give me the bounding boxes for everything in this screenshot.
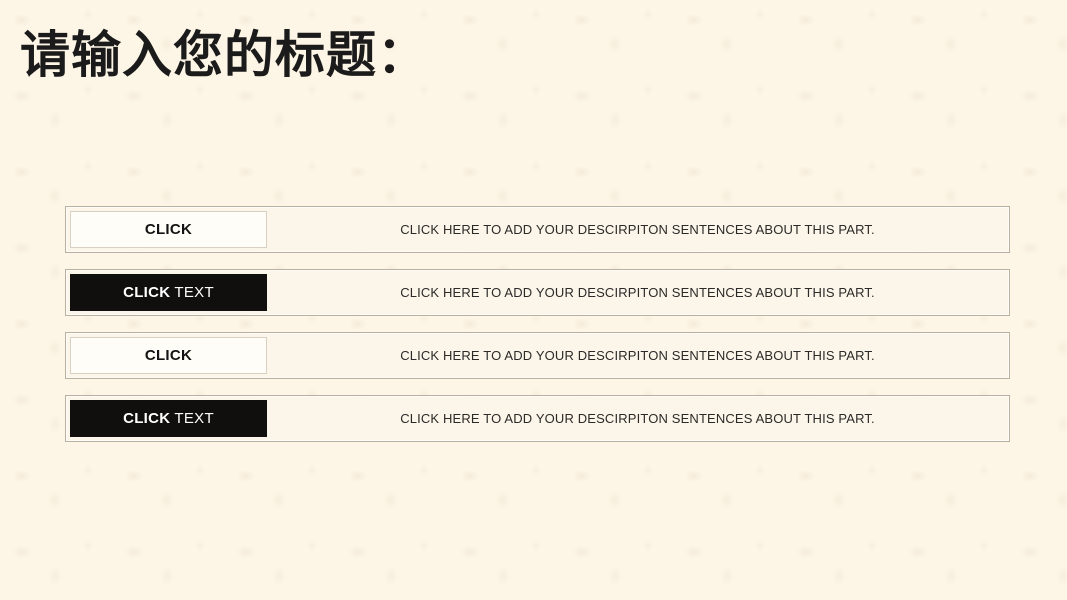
row-description[interactable]: CLICK HERE TO ADD YOUR DESCIRPITON SENTE…	[276, 207, 999, 252]
click-chip[interactable]: CLICK	[70, 337, 267, 374]
chip-label: CLICK TEXT	[123, 410, 214, 427]
click-chip[interactable]: CLICK TEXT	[70, 400, 267, 437]
content-row[interactable]: CLICK CLICK HERE TO ADD YOUR DESCIRPITON…	[65, 332, 1010, 379]
page-title: 请输入您的标题：	[20, 27, 428, 83]
content-row[interactable]: CLICK TEXT CLICK HERE TO ADD YOUR DESCIRP…	[65, 269, 1010, 316]
content-row-list: CLICK CLICK HERE TO ADD YOUR DESCIRPITON…	[65, 206, 1010, 442]
content-row[interactable]: CLICK TEXT CLICK HERE TO ADD YOUR DESCIRP…	[65, 395, 1010, 442]
chip-label: CLICK TEXT	[123, 284, 214, 301]
chip-strong-label: CLICK	[144, 221, 193, 238]
chip-strong-label: CLICK	[144, 347, 193, 364]
slide-canvas: 请输入您的标题： CLICK CLICK HERE TO ADD YOUR DE…	[0, 0, 1067, 600]
chip-label: CLICK	[145, 221, 192, 238]
row-description-text: CLICK HERE TO ADD YOUR DESCIRPITON SENTE…	[400, 285, 875, 300]
chip-strong-label: CLICK	[123, 410, 171, 427]
click-chip[interactable]: CLICK	[70, 211, 267, 248]
row-description[interactable]: CLICK HERE TO ADD YOUR DESCIRPITON SENTE…	[276, 270, 999, 315]
chip-rest-label: TEXT	[174, 284, 214, 301]
row-description[interactable]: CLICK HERE TO ADD YOUR DESCIRPITON SENTE…	[276, 396, 999, 441]
row-description[interactable]: CLICK HERE TO ADD YOUR DESCIRPITON SENTE…	[276, 333, 999, 378]
chip-rest-label: TEXT	[174, 410, 214, 427]
chip-strong-label: CLICK	[123, 284, 171, 301]
row-description-text: CLICK HERE TO ADD YOUR DESCIRPITON SENTE…	[400, 348, 875, 363]
chip-label: CLICK	[145, 347, 192, 364]
row-description-text: CLICK HERE TO ADD YOUR DESCIRPITON SENTE…	[400, 222, 875, 237]
row-description-text: CLICK HERE TO ADD YOUR DESCIRPITON SENTE…	[400, 411, 875, 426]
content-row[interactable]: CLICK CLICK HERE TO ADD YOUR DESCIRPITON…	[65, 206, 1010, 253]
click-chip[interactable]: CLICK TEXT	[70, 274, 267, 311]
